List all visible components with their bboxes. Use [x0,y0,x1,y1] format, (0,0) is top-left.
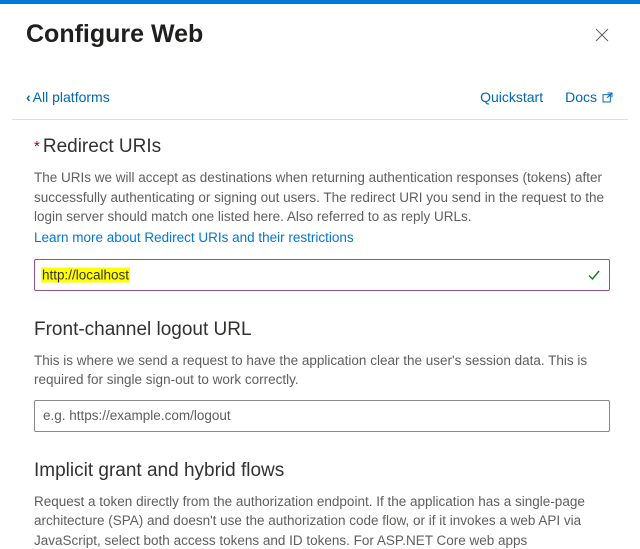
back-label: All platforms [33,89,110,105]
logout-url-section: Front-channel logout URL This is where w… [34,319,610,432]
close-icon [595,28,609,42]
learn-more-redirect[interactable]: Learn more about Redirect URIs and their… [34,230,354,245]
logout-description: This is where we send a request to have … [34,351,610,390]
redirect-uri-input[interactable] [41,260,579,290]
section-title-logout: Front-channel logout URL [34,319,252,341]
logout-url-input[interactable] [43,401,601,431]
content-scroll[interactable]: * Redirect URIs The URIs we will accept … [12,120,632,548]
chevron-left-icon: ‹ [26,89,31,105]
implicit-description: Request a token directly from the author… [34,492,610,548]
required-asterisk: * [34,139,40,154]
page-title: Configure Web [26,20,203,49]
back-link[interactable]: ‹ All platforms [26,89,110,105]
external-link-icon [601,91,614,104]
logout-url-input-wrapper [34,400,610,432]
docs-link[interactable]: Docs [565,89,614,105]
redirect-uri-input-wrapper: http://localhost [34,259,610,291]
close-button[interactable] [588,21,616,49]
sub-header: ‹ All platforms Quickstart Docs [8,59,632,115]
redirect-description: The URIs we will accept as destinations … [34,168,610,227]
panel-header: Configure Web [8,4,632,59]
checkmark-icon [587,268,601,282]
quickstart-link[interactable]: Quickstart [480,89,543,105]
section-title-redirect: Redirect URIs [43,136,161,158]
redirect-uris-section: * Redirect URIs The URIs we will accept … [34,136,610,291]
implicit-grant-section: Implicit grant and hybrid flows Request … [34,460,610,548]
section-title-implicit: Implicit grant and hybrid flows [34,460,284,482]
